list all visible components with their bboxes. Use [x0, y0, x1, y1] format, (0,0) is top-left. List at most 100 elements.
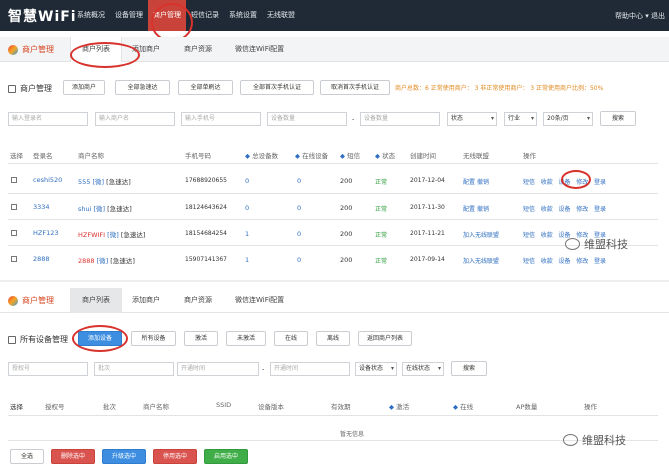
col-online[interactable]: ◆ 在线	[453, 401, 473, 411]
col-ssid: SSID	[216, 401, 232, 409]
row-sms: 200	[340, 256, 353, 264]
op-sms[interactable]: 短信	[523, 232, 535, 239]
row-total[interactable]: 1	[245, 230, 249, 238]
row-online[interactable]: 0	[297, 204, 301, 212]
nav-device-management[interactable]: 设备管理	[110, 0, 148, 31]
status-select[interactable]: 状态	[447, 112, 497, 126]
row-total[interactable]: 0	[245, 204, 249, 212]
row-online[interactable]: 0	[297, 177, 301, 185]
delete-selected-button[interactable]: 删除选中	[51, 449, 95, 464]
tab-wechat-wifi-config[interactable]: 微信连WiFi配置	[235, 288, 284, 313]
col-union: 无线联盟	[463, 152, 489, 160]
op-collect[interactable]: 收款	[541, 179, 553, 186]
row-total[interactable]: 1	[245, 256, 249, 264]
row-checkbox[interactable]	[11, 256, 17, 262]
online-button[interactable]: 在线	[274, 331, 308, 346]
op-login[interactable]: 登录	[594, 258, 606, 265]
search-button[interactable]: 搜索	[451, 361, 487, 376]
op-collect[interactable]: 收款	[541, 206, 553, 213]
tab-merchant-list[interactable]: 商户列表	[70, 288, 122, 313]
all-fast-button[interactable]: 全部急速达	[115, 80, 170, 95]
row-phone: 18124643624	[185, 204, 227, 211]
row-online[interactable]: 0	[297, 230, 301, 238]
row-checkbox[interactable]	[11, 204, 17, 210]
row-login[interactable]: 2888	[33, 255, 50, 263]
row-union[interactable]: 配置 撤销	[463, 204, 489, 213]
end-time-input[interactable]: 开通时间	[270, 362, 350, 376]
disable-selected-button[interactable]: 停用选中	[153, 449, 197, 464]
col-validity: 有效期	[331, 403, 351, 411]
col-status[interactable]: ◆ 状态	[375, 150, 395, 160]
row-online[interactable]: 0	[297, 256, 301, 264]
tab-add-merchant[interactable]: 添加商户	[132, 288, 160, 313]
auth-code-input[interactable]: 授权号	[8, 362, 88, 376]
op-sms[interactable]: 短信	[523, 206, 535, 213]
op-login[interactable]: 登录	[594, 206, 606, 213]
industry-select[interactable]: 行业	[504, 112, 537, 126]
row-union[interactable]: 配置 撤销	[463, 177, 489, 186]
row-divider	[8, 193, 658, 194]
start-time-input[interactable]: 开通时间	[177, 362, 259, 376]
op-edit[interactable]: 修改	[576, 258, 588, 265]
device-count-min-input[interactable]: 设备数量	[267, 112, 347, 126]
col-sms[interactable]: ◆ 短信	[340, 150, 360, 160]
nav-system-overview[interactable]: 系统概况	[72, 0, 110, 31]
row-ops[interactable]: 短信 收款 设备 修改 登录	[523, 256, 606, 265]
row-login[interactable]: 3334	[33, 203, 50, 211]
op-login[interactable]: 登录	[594, 179, 606, 186]
device-status-select[interactable]: 设备状态	[355, 362, 397, 376]
cancel-first-phone-auth-button[interactable]: 取消首次手机认证	[320, 80, 390, 95]
op-sms[interactable]: 短信	[523, 179, 535, 186]
row-checkbox[interactable]	[11, 177, 17, 183]
op-collect[interactable]: 收款	[541, 258, 553, 265]
tab-merchant-resources[interactable]: 商户资源	[184, 37, 212, 62]
nav-wireless-union[interactable]: 无线联盟	[262, 0, 300, 31]
per-page-select[interactable]: 20条/页	[543, 112, 593, 126]
not-activated-button[interactable]: 未激活	[226, 331, 266, 346]
back-to-merchant-list-button[interactable]: 返回商户列表	[358, 331, 412, 346]
nav-system-settings[interactable]: 系统设置	[224, 0, 262, 31]
row-login[interactable]: ceshi520	[33, 176, 62, 184]
offline-button[interactable]: 离线	[316, 331, 350, 346]
merchant-name-input[interactable]: 输入商户名	[95, 112, 175, 126]
online-status-select[interactable]: 在线状态	[402, 362, 444, 376]
row-ops[interactable]: 短信 收款 设备 修改 登录	[523, 204, 606, 213]
tab-merchant-resources[interactable]: 商户资源	[184, 288, 212, 313]
col-merchant-name: 商户名称	[78, 152, 104, 160]
merchant-stats: 商户总数：6 正常使用商户： 3 非正常使用商户： 3 正常使用商户比例：50%	[395, 85, 604, 92]
batch-input[interactable]: 批次	[94, 362, 174, 376]
row-total[interactable]: 0	[245, 177, 249, 185]
help-center-link[interactable]: 帮助中心 ▾ 退出	[615, 11, 665, 21]
upgrade-selected-button[interactable]: 升级选中	[102, 449, 146, 464]
device-count-max-input[interactable]: 设备数量	[360, 112, 440, 126]
op-collect[interactable]: 收款	[541, 232, 553, 239]
op-device[interactable]: 设备	[559, 258, 571, 265]
col-activated[interactable]: ◆ 激活	[389, 401, 409, 411]
op-device[interactable]: 设备	[559, 206, 571, 213]
phone-input[interactable]: 输入手机号	[181, 112, 261, 126]
row-login[interactable]: HZF123	[33, 229, 59, 237]
row-status: 正常	[375, 232, 388, 239]
device-tabbar: 商户管理 商户列表 添加商户 商户资源 微信连WiFi配置	[0, 288, 669, 313]
row-union[interactable]: 加入无线联盟	[463, 256, 499, 265]
op-sms[interactable]: 短信	[523, 258, 535, 265]
select-all-button[interactable]: 全选	[10, 449, 44, 464]
enable-selected-button[interactable]: 启用选中	[204, 449, 248, 464]
all-first-phone-auth-button[interactable]: 全部首次手机认证	[240, 80, 314, 95]
search-button[interactable]: 搜索	[600, 111, 636, 126]
col-online-devices[interactable]: ◆ 在线设备	[295, 150, 328, 160]
op-edit[interactable]: 修改	[576, 206, 588, 213]
row-sms: 200	[340, 230, 353, 238]
all-single-button[interactable]: 全部单刷达	[178, 80, 233, 95]
row-union[interactable]: 加入无线联盟	[463, 230, 499, 239]
login-name-input[interactable]: 输入登录名	[8, 112, 88, 126]
row-created: 2017-12-04	[410, 177, 445, 184]
tabbar-title: 商户管理	[8, 44, 54, 55]
add-merchant-button[interactable]: 添加商户	[63, 80, 105, 95]
all-devices-button[interactable]: 所有设备	[131, 331, 176, 346]
activated-button[interactable]: 激活	[184, 331, 218, 346]
chrome-logo-icon	[8, 44, 18, 55]
row-checkbox[interactable]	[11, 230, 17, 236]
tab-wechat-wifi-config[interactable]: 微信连WiFi配置	[235, 37, 284, 62]
col-total-devices[interactable]: ◆ 总设备数	[245, 150, 278, 160]
